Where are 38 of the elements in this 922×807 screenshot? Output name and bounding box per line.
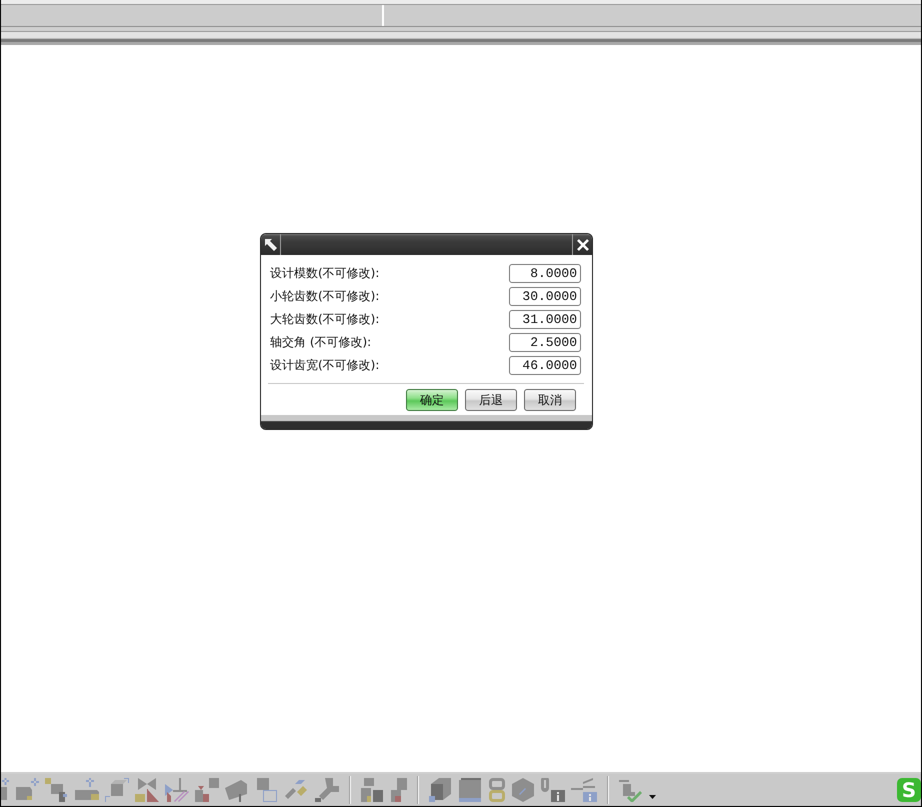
step-check-icon[interactable] [619, 778, 643, 802]
four-blocks-icon[interactable] [361, 778, 385, 802]
step-blocks-icon[interactable] [391, 778, 407, 802]
default-button[interactable]: 确定 [406, 389, 458, 411]
square-outline-icon[interactable] [255, 778, 279, 802]
value-field[interactable]: 2.5000 [509, 333, 581, 352]
chain-link-icon[interactable] [489, 778, 505, 802]
blocks-icon[interactable] [195, 778, 219, 802]
value-field[interactable]: 46.0000 [509, 356, 581, 375]
y-shape-icon[interactable] [315, 778, 339, 802]
value-field[interactable]: 30.0000 [509, 287, 581, 306]
triangle-lines-icon[interactable] [165, 778, 189, 802]
square-block-icon[interactable] [459, 778, 483, 802]
cube-corners-icon[interactable] [105, 778, 129, 802]
plus-block-icon[interactable] [1, 778, 9, 802]
dialog-button[interactable]: 后退 [465, 389, 517, 411]
field-label: 大轮齿数(不可修改): [269, 311, 380, 328]
cube-icon[interactable] [429, 778, 453, 802]
close-icon [576, 238, 588, 250]
bowtie-triangles-icon[interactable] [135, 778, 159, 802]
clip-info-icon[interactable] [541, 778, 565, 802]
field-label: 设计齿宽(不可修改): [269, 357, 380, 374]
lines-info-icon[interactable] [571, 778, 597, 802]
block-plus-icon[interactable] [15, 778, 39, 802]
block-squares-icon[interactable] [45, 778, 69, 802]
arrow-icon [264, 238, 276, 250]
close-button[interactable] [572, 234, 592, 255]
dialog-button[interactable]: 取消 [524, 389, 576, 411]
caret-icon[interactable] [649, 795, 656, 799]
field-label: 设计模数(不可修改): [269, 265, 380, 282]
hexagon-icon[interactable] [511, 778, 535, 802]
field-label: 小轮齿数(不可修改): [269, 288, 380, 305]
wedge-icon[interactable] [225, 778, 249, 802]
value-field[interactable]: 8.0000 [509, 264, 581, 283]
field-label: 轴交角 (不可修改): [269, 334, 372, 351]
parallelograms-icon[interactable] [285, 778, 309, 802]
slab-plus-icon[interactable] [75, 778, 99, 802]
value-field[interactable]: 31.0000 [509, 310, 581, 329]
